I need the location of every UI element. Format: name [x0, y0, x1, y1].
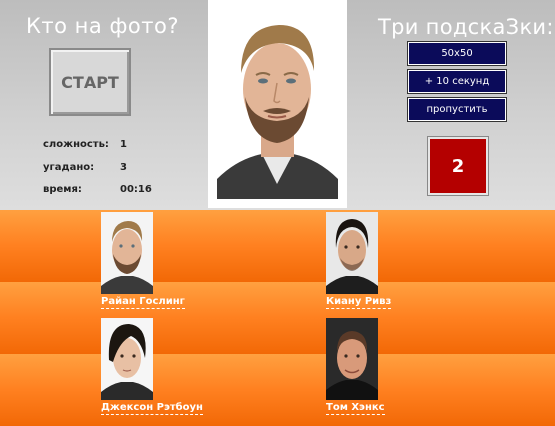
start-button[interactable]: СТАРТ — [49, 48, 131, 116]
stat-time-label: время: — [43, 184, 82, 195]
answers-band — [0, 282, 555, 354]
score-counter: 2 — [428, 137, 488, 195]
stat-difficulty-value: 1 — [120, 139, 127, 150]
hint-50x50-button[interactable]: 50x50 — [408, 42, 506, 65]
question-title: Кто на фото? — [26, 14, 179, 38]
hint-skip-button[interactable]: пропустить — [408, 98, 506, 121]
answer-name: Джексон Рэтбоун — [101, 402, 203, 415]
answer-photo — [101, 318, 153, 400]
stat-guessed-label: угадано: — [43, 162, 95, 173]
answers-band — [0, 354, 555, 426]
answers-band — [0, 210, 555, 282]
stat-guessed-value: 3 — [120, 162, 127, 173]
hint-add-time-button[interactable]: + 10 секунд — [408, 70, 506, 93]
answer-photo — [101, 212, 153, 294]
answer-photo — [326, 318, 378, 400]
stat-time-value: 00:16 — [120, 184, 152, 195]
answer-name: Том Хэнкс — [326, 402, 385, 415]
answer-photo — [326, 212, 378, 294]
portrait-image — [217, 9, 338, 199]
mystery-photo — [208, 0, 347, 208]
stat-difficulty-label: сложность: — [43, 139, 109, 150]
answer-name: Райан Гослинг — [101, 296, 185, 309]
answer-name: Киану Ривз — [326, 296, 392, 309]
answers-panel — [0, 210, 555, 426]
hints-title: Три подскаЗки: — [378, 15, 554, 39]
